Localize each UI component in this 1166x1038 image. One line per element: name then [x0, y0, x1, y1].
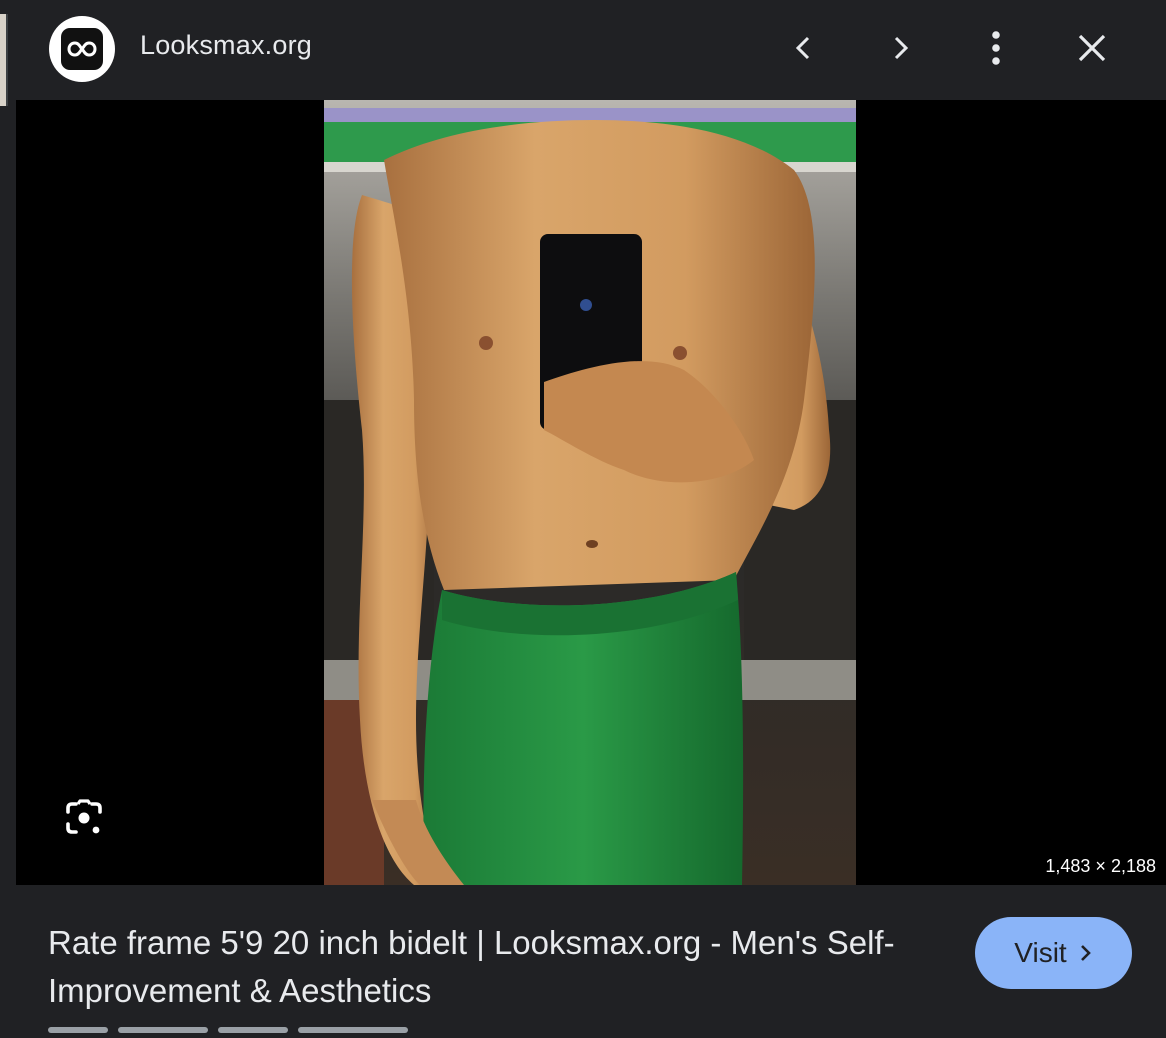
- image-dimensions: 1,483 × 2,188: [1045, 856, 1156, 876]
- close-button[interactable]: [1064, 20, 1120, 76]
- next-image-button[interactable]: [872, 20, 928, 76]
- chevron-right-icon: [1079, 943, 1093, 963]
- mirror-selfie-photo: [324, 100, 856, 885]
- previous-image-button[interactable]: [776, 20, 832, 76]
- site-favicon[interactable]: [49, 16, 115, 82]
- more-vert-icon: [992, 31, 1000, 65]
- more-options-button[interactable]: [968, 20, 1024, 76]
- chevron-right-icon: [894, 36, 909, 60]
- result-thumbnail-edge[interactable]: [0, 14, 8, 106]
- truncated-text-line: [48, 1027, 548, 1038]
- google-lens-icon: [66, 799, 102, 834]
- preview-footer: Rate frame 5'9 20 inch bidelt | Looksmax…: [16, 885, 1166, 1038]
- close-icon: [1078, 34, 1106, 62]
- image-preview-panel: Looksmax.org 1,483 × 2,188 Rate frame 5'…: [16, 0, 1166, 1038]
- visit-button-label: Visit: [1014, 937, 1067, 968]
- preview-photo[interactable]: [324, 100, 856, 885]
- image-viewer: 1,483 × 2,188: [16, 100, 1166, 885]
- image-title-link[interactable]: Rate frame 5'9 20 inch bidelt | Looksmax…: [48, 919, 928, 1015]
- visit-button[interactable]: Visit: [975, 917, 1132, 989]
- google-lens-button[interactable]: [58, 792, 110, 844]
- site-name[interactable]: Looksmax.org: [140, 30, 312, 61]
- underlying-page-edge: [0, 0, 16, 1038]
- preview-header: Looksmax.org: [16, 0, 1166, 100]
- infinity-logo-icon: [61, 28, 103, 70]
- image-preview-page: Looksmax.org 1,483 × 2,188 Rate frame 5'…: [0, 0, 1166, 1038]
- chevron-left-icon: [795, 36, 810, 60]
